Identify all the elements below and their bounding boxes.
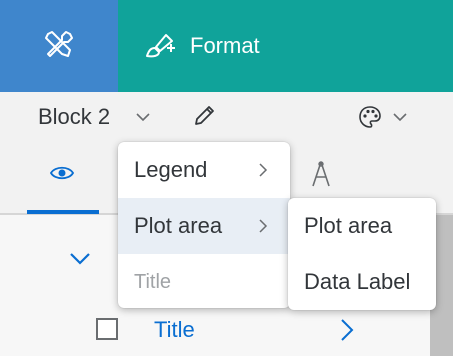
chevron-right-icon — [259, 219, 268, 233]
eye-icon[interactable] — [50, 164, 74, 182]
palette-icon[interactable] — [357, 104, 383, 130]
submenu-item-plot-area[interactable]: Plot area — [288, 198, 436, 254]
menu-item-label: Plot area — [134, 213, 223, 238]
wrench-screwdriver-icon — [45, 31, 73, 57]
menu-item-title: Title — [118, 254, 290, 310]
menu-item-label: Plot area — [304, 213, 393, 238]
menu-item-label: Legend — [134, 157, 208, 182]
submenu: Plot area Data Label — [288, 198, 436, 310]
chevron-down-icon[interactable] — [391, 108, 409, 126]
submenu-item-data-label[interactable]: Data Label — [288, 254, 436, 310]
chevron-down-icon[interactable] — [134, 108, 152, 126]
pencil-icon[interactable] — [192, 104, 216, 128]
menu-item-legend[interactable]: Legend — [118, 142, 290, 198]
format-tab[interactable]: Format — [118, 0, 453, 92]
style-icon[interactable] — [308, 159, 334, 189]
title-checkbox[interactable] — [96, 318, 118, 340]
chevron-right-icon — [259, 163, 268, 177]
tools-tab[interactable] — [0, 0, 118, 92]
paint-brush-icon — [146, 34, 175, 58]
row-title-label[interactable]: Title — [154, 316, 195, 344]
active-tab-indicator — [27, 210, 99, 214]
menu-item-label: Title — [134, 271, 172, 293]
menu-item-plot-area[interactable]: Plot area — [118, 198, 290, 254]
block-name[interactable]: Block 2 — [38, 103, 110, 131]
chevron-right-icon[interactable] — [337, 318, 357, 342]
context-menu: Legend Plot area Title — [118, 142, 290, 308]
format-tab-label: Format — [190, 33, 260, 58]
chevron-down-icon[interactable] — [68, 248, 92, 268]
menu-item-label: Data Label — [304, 269, 411, 294]
